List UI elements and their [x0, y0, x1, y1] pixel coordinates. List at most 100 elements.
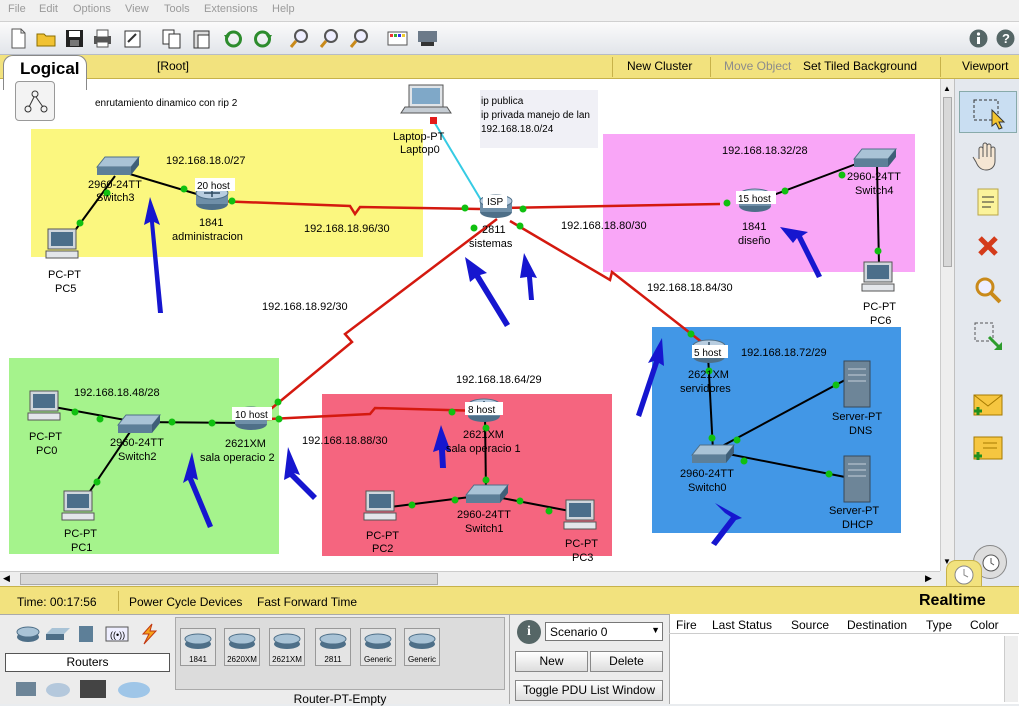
- realtime-mode-icon[interactable]: [946, 560, 982, 588]
- switch2[interactable]: [117, 414, 161, 434]
- op1-badge: 8 host: [468, 405, 495, 416]
- sala2-badge: 10 host: [235, 410, 268, 421]
- power-cycle-button[interactable]: Power Cycle Devices: [129, 595, 242, 609]
- wireless-category-icon[interactable]: ((•)): [104, 624, 130, 644]
- switch4[interactable]: [853, 148, 897, 168]
- device-2620xm[interactable]: 2620XM: [224, 628, 260, 666]
- column-last-status: Last Status: [712, 618, 773, 632]
- server-dns[interactable]: [843, 360, 871, 408]
- menu-bar: File Edit Options View Tools Extensions …: [0, 0, 1019, 22]
- note-tool-icon[interactable]: [971, 185, 1005, 219]
- pdu-table-scrollbar[interactable]: [1004, 636, 1018, 702]
- server-dhcp[interactable]: [843, 455, 871, 503]
- zoom-reset-icon[interactable]: [318, 27, 341, 50]
- copy-icon[interactable]: [160, 27, 183, 50]
- print-icon[interactable]: [91, 27, 114, 50]
- isp-name: sistemas: [469, 238, 513, 250]
- zoom-in-icon[interactable]: [288, 27, 311, 50]
- fast-forward-button[interactable]: Fast Forward Time: [257, 595, 357, 609]
- switch1-model: 2960-24TT: [457, 509, 511, 521]
- root-breadcrumb[interactable]: [Root]: [157, 59, 189, 73]
- network-label-72: 192.168.18.72/29: [741, 347, 827, 359]
- hand-tool-icon[interactable]: [971, 139, 1005, 173]
- cluster-navigation-icon[interactable]: [15, 81, 55, 121]
- set-tiled-background-button[interactable]: Set Tiled Background: [803, 59, 917, 73]
- help-icon[interactable]: ?: [994, 27, 1017, 50]
- network-label-0: 192.168.18.0/27: [166, 155, 246, 167]
- paste-icon[interactable]: [190, 27, 213, 50]
- pc5[interactable]: [45, 228, 79, 259]
- menu-file[interactable]: File: [8, 3, 26, 15]
- pc0[interactable]: [27, 390, 61, 421]
- diseno-name: diseño: [738, 235, 770, 247]
- select-tool-icon[interactable]: [959, 91, 1017, 133]
- menu-tools[interactable]: Tools: [164, 3, 190, 15]
- logical-workspace[interactable]: enrutamiento dinamico con rip 2 ip publi…: [0, 79, 940, 571]
- network-label-48: 192.168.18.48/28: [74, 387, 160, 399]
- routers-category-icon[interactable]: [14, 624, 42, 644]
- scenario-select[interactable]: Scenario 0 ▼: [545, 622, 663, 641]
- horizontal-scrollbar[interactable]: ◀ ▶: [0, 571, 940, 586]
- pc6[interactable]: [861, 261, 895, 292]
- switch3[interactable]: [96, 156, 140, 176]
- pc5-model: PC-PT: [48, 269, 81, 281]
- delete-scenario-button[interactable]: Delete: [590, 651, 663, 672]
- horizontal-scroll-thumb[interactable]: [20, 573, 438, 585]
- resize-shape-icon[interactable]: [971, 319, 1005, 353]
- activity-wizard-icon[interactable]: [121, 27, 144, 50]
- pc3-model: PC-PT: [565, 538, 598, 550]
- scenario-select-value: Scenario 0: [550, 625, 608, 639]
- hubs-category-icon[interactable]: [76, 624, 98, 644]
- move-object-button[interactable]: Move Object: [724, 59, 791, 73]
- palette-icon[interactable]: [386, 27, 409, 50]
- device-generic-1-label: Generic: [363, 655, 392, 664]
- pc3[interactable]: [563, 499, 597, 530]
- new-scenario-button[interactable]: New: [515, 651, 588, 672]
- device-generic-1[interactable]: Generic: [360, 628, 396, 666]
- save-icon[interactable]: [63, 27, 86, 50]
- scenario-info-icon[interactable]: i: [517, 620, 541, 644]
- switches-category-icon[interactable]: [44, 624, 72, 644]
- inspect-tool-icon[interactable]: [971, 274, 1005, 308]
- dhcp-model: Server-PT: [829, 505, 879, 517]
- status-bar: Time: 00:17:56 Power Cycle Devices Fast …: [0, 586, 1019, 614]
- toggle-pdu-list-button[interactable]: Toggle PDU List Window: [515, 680, 663, 701]
- switch1[interactable]: [465, 484, 509, 504]
- menu-extensions[interactable]: Extensions: [204, 3, 258, 15]
- menu-edit[interactable]: Edit: [39, 3, 58, 15]
- network-label-92: 192.168.18.92/30: [262, 301, 348, 313]
- vertical-scrollbar[interactable]: ▲ ▼: [940, 79, 954, 571]
- pc1-model: PC-PT: [64, 528, 97, 540]
- device-2811[interactable]: 2811: [315, 628, 351, 666]
- pc2[interactable]: [363, 490, 397, 521]
- connections-category-icon[interactable]: [136, 622, 162, 646]
- switch4-name: Switch4: [855, 185, 894, 197]
- custom-device-icon[interactable]: [416, 27, 439, 50]
- new-cluster-button[interactable]: New Cluster: [627, 59, 692, 73]
- column-destination: Destination: [847, 618, 908, 632]
- add-complex-pdu-icon[interactable]: [971, 431, 1005, 465]
- redo-icon[interactable]: [251, 27, 274, 50]
- pc1[interactable]: [61, 490, 95, 521]
- device-generic-2-label: Generic: [407, 655, 436, 664]
- menu-options[interactable]: Options: [73, 3, 111, 15]
- switch0[interactable]: [691, 444, 735, 464]
- add-simple-pdu-icon[interactable]: [971, 387, 1005, 421]
- device-2621xm[interactable]: 2621XM: [269, 628, 305, 666]
- delete-tool-icon[interactable]: [971, 229, 1005, 263]
- menu-help[interactable]: Help: [272, 3, 295, 15]
- sala2-model: 2621XM: [225, 438, 266, 450]
- network-label-88: 192.168.18.88/30: [302, 435, 388, 447]
- zoom-out-icon[interactable]: [348, 27, 371, 50]
- info-icon[interactable]: [967, 27, 990, 50]
- vertical-scroll-thumb[interactable]: [943, 97, 952, 267]
- device-1841[interactable]: 1841: [180, 628, 216, 666]
- undo-icon[interactable]: [222, 27, 245, 50]
- device-generic-2[interactable]: Generic: [404, 628, 440, 666]
- end-devices-category-icons[interactable]: [14, 678, 164, 702]
- viewport-button[interactable]: Viewport: [962, 59, 1008, 73]
- new-file-icon[interactable]: [7, 27, 30, 50]
- open-folder-icon[interactable]: [35, 27, 58, 50]
- laptop-device[interactable]: [400, 84, 452, 114]
- menu-view[interactable]: View: [125, 3, 149, 15]
